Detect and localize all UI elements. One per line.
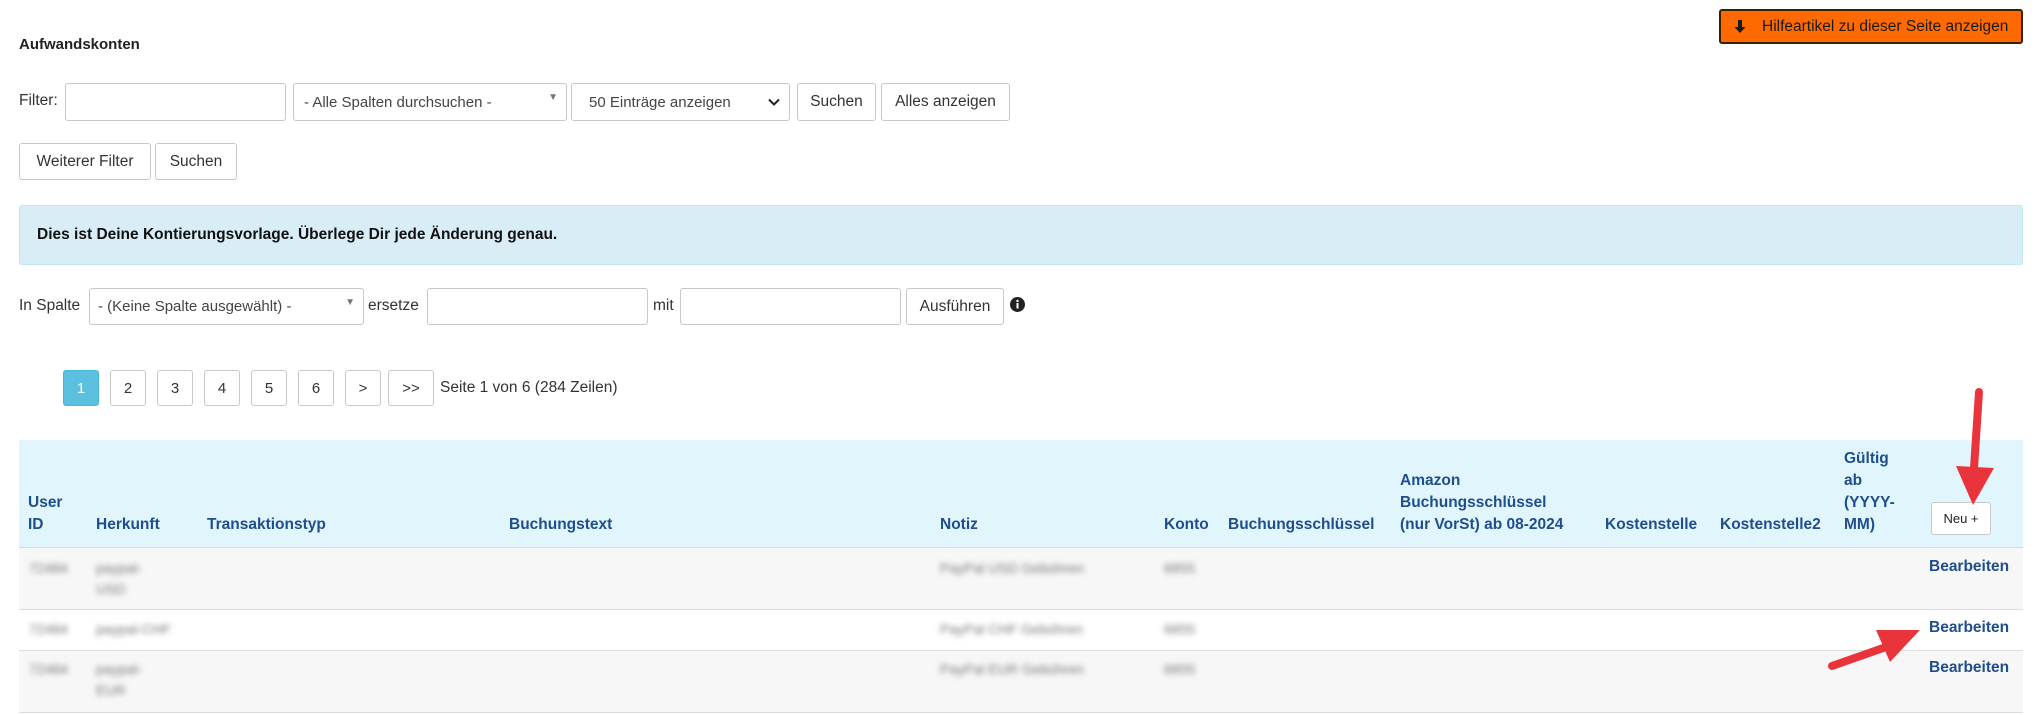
- arrow-to-new-button: [1956, 388, 1994, 505]
- arrow-to-edit-link: [1828, 630, 1920, 670]
- annotation-arrows: [1828, 388, 1994, 670]
